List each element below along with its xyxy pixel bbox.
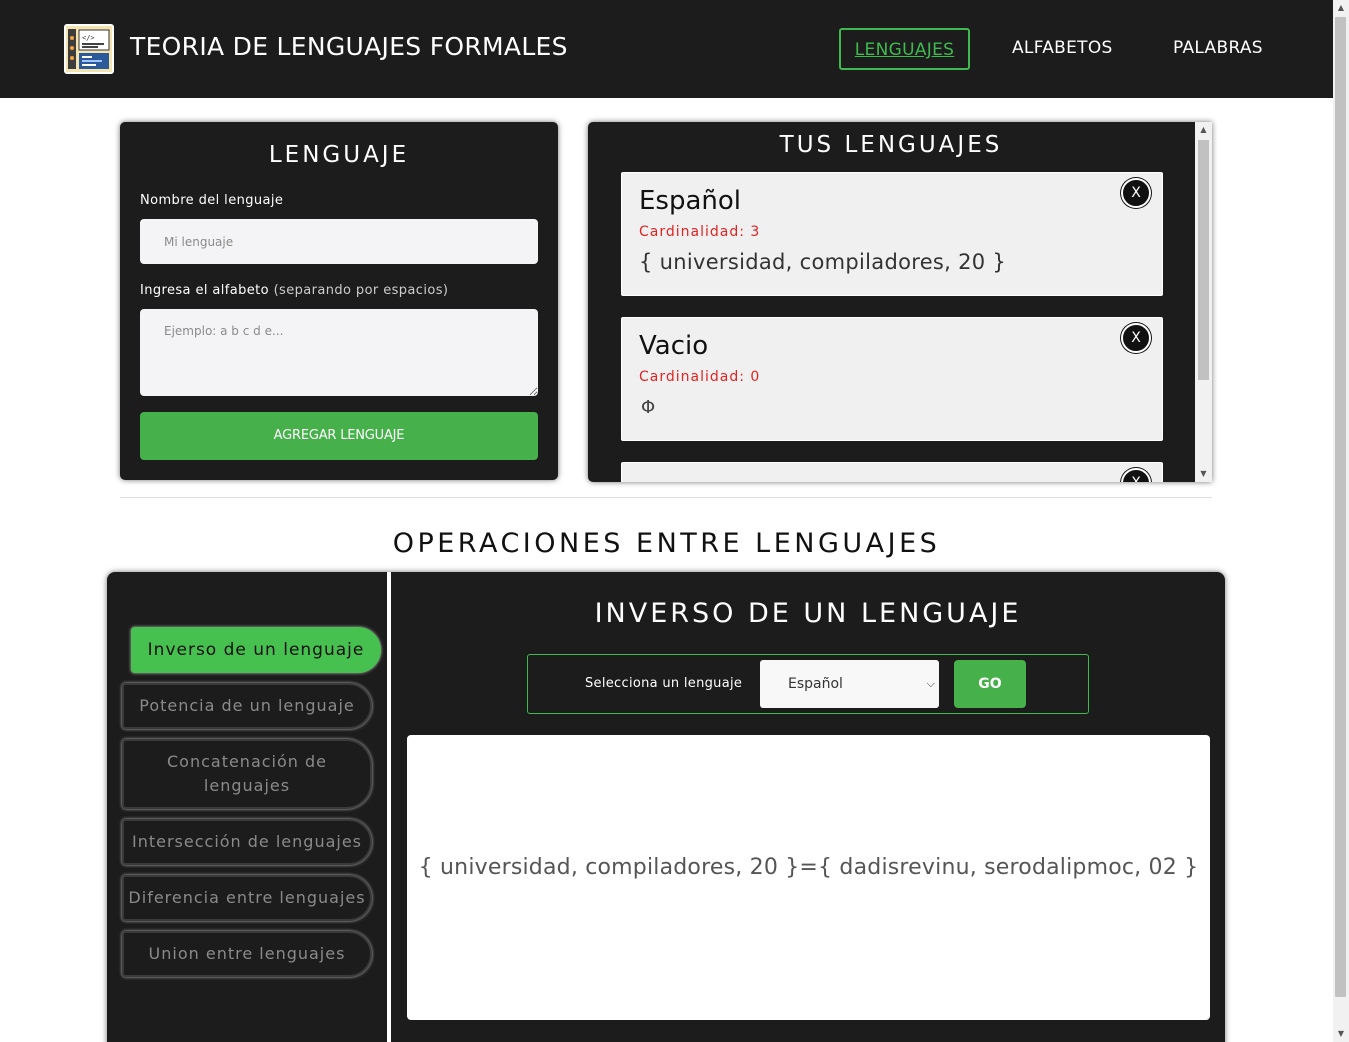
- alphabet-label-hint: (separando por espacios): [273, 283, 449, 298]
- page-scrollbar-thumb[interactable]: [1335, 17, 1346, 997]
- language-card: Español Cardinalidad: 3 { universidad, c…: [619, 170, 1165, 298]
- page-scrollbar[interactable]: ▲ ▼: [1333, 0, 1349, 1042]
- go-button[interactable]: GO: [954, 660, 1026, 708]
- operation-result-text: { universidad, compiladores, 20 }={ dadi…: [418, 855, 1199, 880]
- alphabet-label-text: Ingresa el alfabeto: [140, 283, 270, 298]
- code-window-icon[interactable]: </>: [64, 24, 114, 74]
- scroll-up-arrow-icon[interactable]: ▲: [1333, 0, 1349, 16]
- add-language-button[interactable]: AGREGAR LENGUAJE: [140, 412, 538, 460]
- select-language-label: Selecciona un lenguaje: [585, 676, 743, 691]
- language-set: { universidad, compiladores, 20 }: [639, 250, 1007, 274]
- nav-palabras[interactable]: PALABRAS: [1173, 28, 1263, 70]
- delete-language-button[interactable]: X: [1121, 468, 1151, 482]
- operation-potencia-button[interactable]: Potencia de un lenguaje: [122, 683, 372, 729]
- language-select-value: Español: [788, 676, 843, 692]
- language-cardinality: Cardinalidad: 0: [639, 369, 761, 385]
- language-name-input[interactable]: [140, 219, 538, 264]
- language-name: Vacio: [639, 331, 709, 361]
- operation-title: INVERSO DE UN LENGUAJE: [594, 598, 1022, 629]
- language-card: Vacio Cardinalidad: 0 Φ X: [619, 315, 1165, 443]
- delete-language-button[interactable]: X: [1121, 323, 1151, 353]
- operation-union-button[interactable]: Union entre lenguajes: [122, 931, 372, 977]
- nav-alfabetos[interactable]: ALFABETOS: [1012, 28, 1113, 70]
- operation-concatenacion-button[interactable]: Concatenación de lenguajes: [122, 739, 372, 809]
- operations-separator: [387, 572, 391, 1042]
- operation-inverso-button[interactable]: Inverso de un lenguaje: [131, 627, 381, 673]
- scroll-down-arrow-icon[interactable]: ▼: [1195, 466, 1212, 482]
- name-field-label: Nombre del lenguaje: [140, 193, 284, 208]
- scroll-up-arrow-icon[interactable]: ▲: [1195, 122, 1212, 138]
- languages-list-scrollbar[interactable]: ▲ ▼: [1195, 122, 1212, 482]
- scroll-down-arrow-icon[interactable]: ▼: [1333, 1026, 1349, 1042]
- languages-list-scrollbar-thumb[interactable]: [1198, 140, 1209, 380]
- section-divider: [120, 497, 1212, 498]
- language-cardinality: Cardinalidad: 3: [639, 224, 761, 240]
- form-title: LENGUAJE: [268, 142, 410, 168]
- languages-list: Español Cardinalidad: 3 { universidad, c…: [588, 122, 1194, 482]
- delete-language-button[interactable]: X: [1121, 178, 1151, 208]
- language-name: Español: [639, 186, 742, 216]
- operations-section-title: OPERACIONES ENTRE LENGUAJES: [392, 528, 941, 559]
- nav-lenguajes[interactable]: LENGUAJES: [839, 28, 970, 70]
- language-set: Φ: [641, 397, 656, 418]
- operation-result-box: { universidad, compiladores, 20 }={ dadi…: [407, 735, 1210, 1020]
- language-card: X: [619, 460, 1165, 482]
- chevron-down-icon: ⌵: [926, 677, 935, 690]
- operation-diferencia-button[interactable]: Diferencia entre lenguajes: [122, 875, 372, 921]
- language-select[interactable]: Español ⌵: [760, 660, 939, 708]
- alphabet-field-label: Ingresa el alfabeto (separando por espac…: [140, 283, 448, 298]
- alphabet-textarea[interactable]: [140, 309, 538, 396]
- svg-text:</>: </>: [82, 34, 95, 42]
- app-title: TEORIA DE LENGUAJES FORMALES: [130, 32, 568, 61]
- operation-interseccion-button[interactable]: Intersección de lenguajes: [122, 819, 372, 865]
